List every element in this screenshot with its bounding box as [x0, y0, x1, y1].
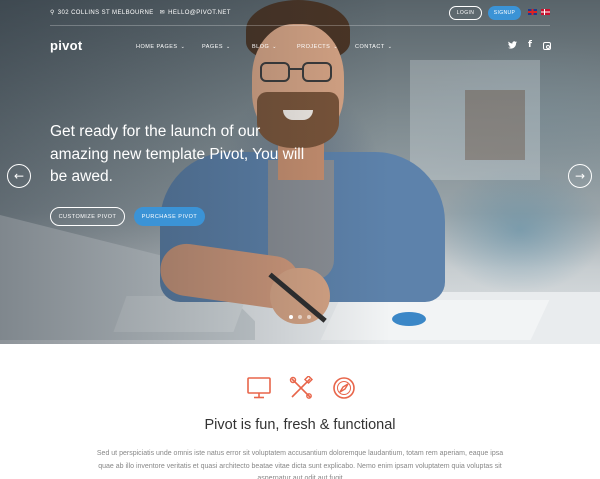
twitter-icon[interactable] — [508, 41, 517, 51]
topbar-divider — [50, 25, 550, 26]
purchase-pivot-button[interactable]: PURCHASE PIVOT — [134, 207, 205, 226]
hero-headline: Get ready for the launch of our amazing … — [50, 123, 305, 185]
arrow-right-icon: → — [574, 169, 586, 183]
slider-pagination — [289, 315, 311, 319]
nav-item-blog[interactable]: BLOG ⌄ — [252, 44, 277, 50]
logo[interactable]: pivot — [50, 38, 83, 53]
slider-next-button[interactable]: → — [568, 164, 592, 188]
email-link[interactable]: HELLO@PIVOT.NET — [168, 10, 231, 16]
nav-item-projects[interactable]: PROJECTS ⌄ — [297, 44, 338, 50]
slider-prev-button[interactable]: ← — [7, 164, 31, 188]
mail-icon: ✉ — [159, 10, 166, 16]
monitor-icon — [246, 376, 272, 405]
location-icon: ⚲ — [50, 10, 55, 16]
chevron-down-icon: ⌄ — [272, 44, 277, 50]
denmark-flag-icon[interactable] — [541, 9, 550, 15]
chevron-down-icon: ⌄ — [333, 44, 339, 50]
nav-item-contact[interactable]: CONTACT ⌄ — [355, 44, 392, 50]
nav-item-label: PAGES — [202, 44, 224, 50]
feature-icons — [0, 374, 600, 405]
signup-button[interactable]: SIGNUP — [488, 6, 521, 20]
customize-pivot-button[interactable]: CUSTOMIZE PIVOT — [50, 207, 125, 226]
chevron-down-icon: ⌄ — [387, 44, 393, 50]
contact-info: ⚲ 302 COLLINS ST MELBOURNE ✉ HELLO@PIVOT… — [50, 9, 231, 17]
nav-item-label: BLOG — [252, 44, 270, 50]
top-bar: ⚲ 302 COLLINS ST MELBOURNE ✉ HELLO@PIVOT… — [0, 0, 600, 26]
uk-flag-icon[interactable] — [528, 9, 537, 15]
nav-item-label: CONTACT — [355, 44, 385, 50]
nav-item-pages[interactable]: PAGES ⌄ — [202, 44, 231, 50]
features-description: Sed ut perspiciatis unde omnis iste natu… — [96, 450, 504, 479]
nav-item-home-pages[interactable]: HOME PAGES ⌄ — [136, 44, 185, 50]
slider-dot[interactable] — [298, 315, 302, 319]
tools-icon — [289, 374, 314, 405]
address-text: 302 COLLINS ST MELBOURNE — [57, 9, 154, 16]
arrow-left-icon: ← — [13, 169, 25, 183]
slider-dot[interactable] — [289, 315, 293, 319]
chevron-down-icon: ⌄ — [180, 44, 186, 50]
facebook-icon[interactable]: f — [528, 41, 532, 50]
nav-item-label: PROJECTS — [297, 44, 331, 50]
login-button[interactable]: LOGIN — [449, 6, 482, 20]
compass-icon — [332, 376, 356, 405]
chevron-down-icon: ⌄ — [226, 44, 231, 50]
instagram-icon[interactable] — [543, 42, 551, 50]
slider-dot[interactable] — [307, 315, 311, 319]
nav-item-label: HOME PAGES — [136, 44, 178, 50]
features-heading: Pivot is fun, fresh & functional — [204, 417, 396, 433]
